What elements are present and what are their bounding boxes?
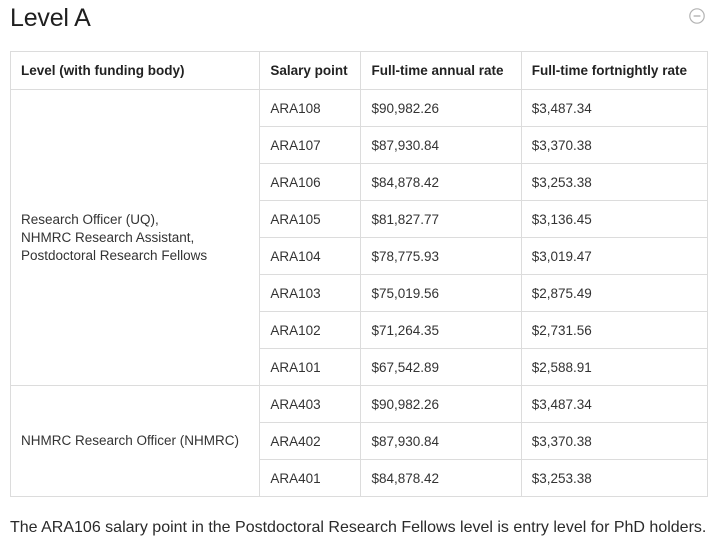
fortnightly-rate-cell: $2,588.91	[520, 348, 709, 386]
fortnightly-rate-cell: $3,487.34	[520, 385, 709, 423]
level-line: NHMRC Research Officer (NHMRC)	[21, 433, 240, 448]
table-header-row: Level (with funding body) Salary point F…	[9, 51, 709, 90]
level-cell-nhmrc-research-officer: NHMRC Research Officer (NHMRC)	[9, 385, 261, 497]
footnote: The ARA106 salary point in the Postdocto…	[10, 519, 707, 536]
salary-point-cell: ARA401	[259, 459, 362, 497]
header-level: Level (with funding body)	[9, 51, 261, 90]
salary-point-cell: ARA403	[259, 385, 362, 423]
annual-rate-cell: $87,930.84	[360, 422, 522, 460]
fortnightly-rate-cell: $3,019.47	[520, 237, 709, 275]
annual-rate-cell: $84,878.42	[360, 163, 522, 201]
salary-point-cell: ARA103	[259, 274, 362, 312]
annual-rate-cell: $71,264.35	[360, 311, 522, 349]
fortnightly-rate-cell: $3,370.38	[520, 422, 709, 460]
minus-circle-icon[interactable]	[689, 8, 705, 24]
salary-point-cell: ARA402	[259, 422, 362, 460]
level-line: Postdoctoral Research Fellows	[21, 247, 208, 263]
section-title: Level A	[10, 4, 91, 32]
salary-point-cell: ARA106	[259, 163, 362, 201]
salary-point-cell: ARA108	[259, 89, 362, 127]
annual-rate-cell: $84,878.42	[360, 459, 522, 497]
header-annual-rate: Full-time annual rate	[360, 51, 522, 90]
salary-point-cell: ARA107	[259, 126, 362, 164]
fortnightly-rate-cell: $3,253.38	[520, 163, 709, 201]
fortnightly-rate-cell: $2,875.49	[520, 274, 709, 312]
fortnightly-rate-cell: $2,731.56	[520, 311, 709, 349]
salary-table: Level (with funding body) Salary point F…	[9, 51, 709, 497]
annual-rate-cell: $90,982.26	[360, 89, 522, 127]
annual-rate-cell: $81,827.77	[360, 200, 522, 238]
annual-rate-cell: $90,982.26	[360, 385, 522, 423]
header-salary-point: Salary point	[259, 51, 362, 90]
header-fortnightly-rate: Full-time fortnightly rate	[520, 51, 709, 90]
annual-rate-cell: $78,775.93	[360, 237, 522, 275]
annual-rate-cell: $87,930.84	[360, 126, 522, 164]
level-cell-research-officer: Research Officer (UQ), NHMRC Research As…	[9, 89, 261, 386]
salary-point-cell: ARA101	[259, 348, 362, 386]
level-line: Research Officer (UQ),	[21, 211, 159, 227]
fortnightly-rate-cell: $3,136.45	[520, 200, 709, 238]
salary-point-cell: ARA105	[259, 200, 362, 238]
annual-rate-cell: $67,542.89	[360, 348, 522, 386]
fortnightly-rate-cell: $3,370.38	[520, 126, 709, 164]
fortnightly-rate-cell: $3,487.34	[520, 89, 709, 127]
annual-rate-cell: $75,019.56	[360, 274, 522, 312]
section-header: Level A	[10, 0, 708, 40]
table-row: NHMRC Research Officer (NHMRC) ARA403 $9…	[9, 385, 709, 497]
level-line: NHMRC Research Assistant,	[21, 229, 195, 245]
salary-point-cell: ARA102	[259, 311, 362, 349]
fortnightly-rate-cell: $3,253.38	[520, 459, 709, 497]
table-row: Research Officer (UQ), NHMRC Research As…	[9, 89, 709, 386]
salary-point-cell: ARA104	[259, 237, 362, 275]
